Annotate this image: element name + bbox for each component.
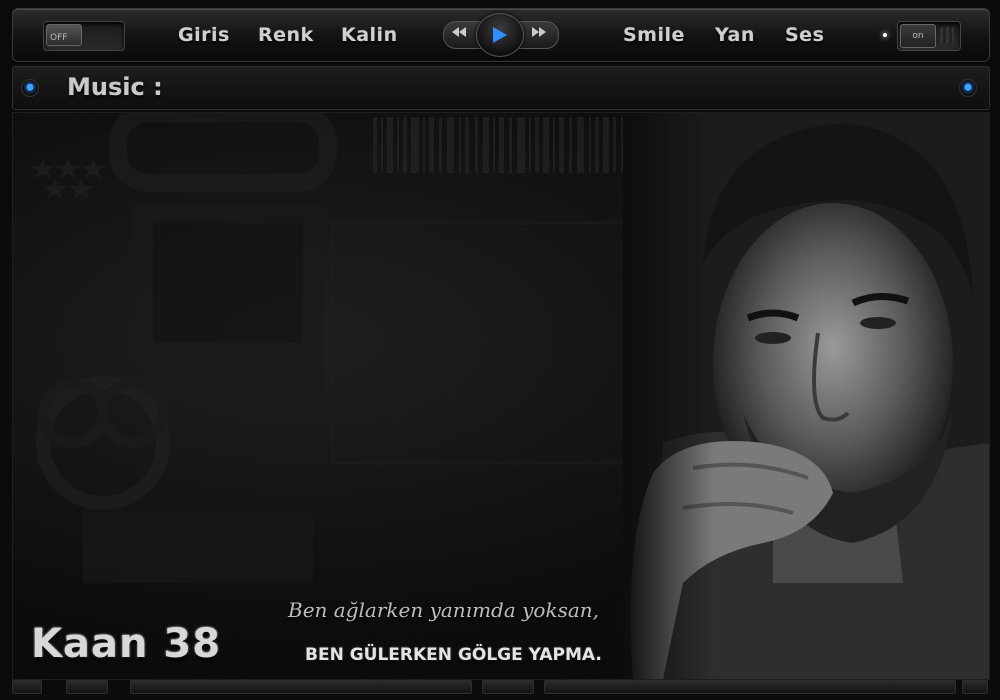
nav-smile[interactable]: Smile	[623, 21, 685, 49]
quote-line-1: Ben ağlarken yanımda yoksan,	[288, 598, 600, 622]
main-banner: Ben ağlarken yanımda yoksan, BEN GÜLERKE…	[12, 112, 990, 680]
strip-segment	[962, 680, 988, 694]
top-toolbar: OFF Giris Renk Kalin Smile Yan Ses on	[12, 8, 990, 62]
play-button[interactable]	[476, 13, 524, 57]
bottom-strip	[12, 680, 988, 694]
play-icon	[493, 27, 507, 43]
media-player	[443, 13, 559, 57]
rewind-icon[interactable]	[449, 27, 469, 41]
strip-segment	[12, 680, 42, 694]
quote-line-2: BEN GÜLERKEN GÖLGE YAPMA.	[305, 645, 602, 665]
fast-forward-icon[interactable]	[529, 27, 549, 41]
toggle-grip	[940, 27, 954, 43]
power-toggle-off[interactable]: OFF	[43, 21, 125, 51]
nav-yan[interactable]: Yan	[715, 21, 755, 49]
music-label: Music :	[67, 73, 163, 101]
strip-segment	[482, 680, 534, 694]
signature-title: Kaan 38	[31, 621, 222, 667]
music-bar: Music :	[12, 66, 990, 110]
power-toggle-on[interactable]: on	[897, 21, 961, 51]
nav-kalin[interactable]: Kalin	[341, 21, 398, 49]
strip-segment	[544, 680, 956, 694]
nav-renk[interactable]: Renk	[258, 21, 314, 49]
blue-led-icon	[959, 79, 977, 97]
status-led-icon	[883, 33, 887, 37]
nav-giris[interactable]: Giris	[178, 21, 230, 49]
strip-segment	[66, 680, 108, 694]
toggle-off-knob: OFF	[46, 24, 82, 46]
strip-segment	[130, 680, 472, 694]
blue-led-icon	[21, 79, 39, 97]
toggle-on-knob: on	[900, 24, 936, 48]
portrait-photo	[623, 113, 989, 679]
nav-ses[interactable]: Ses	[785, 21, 824, 49]
